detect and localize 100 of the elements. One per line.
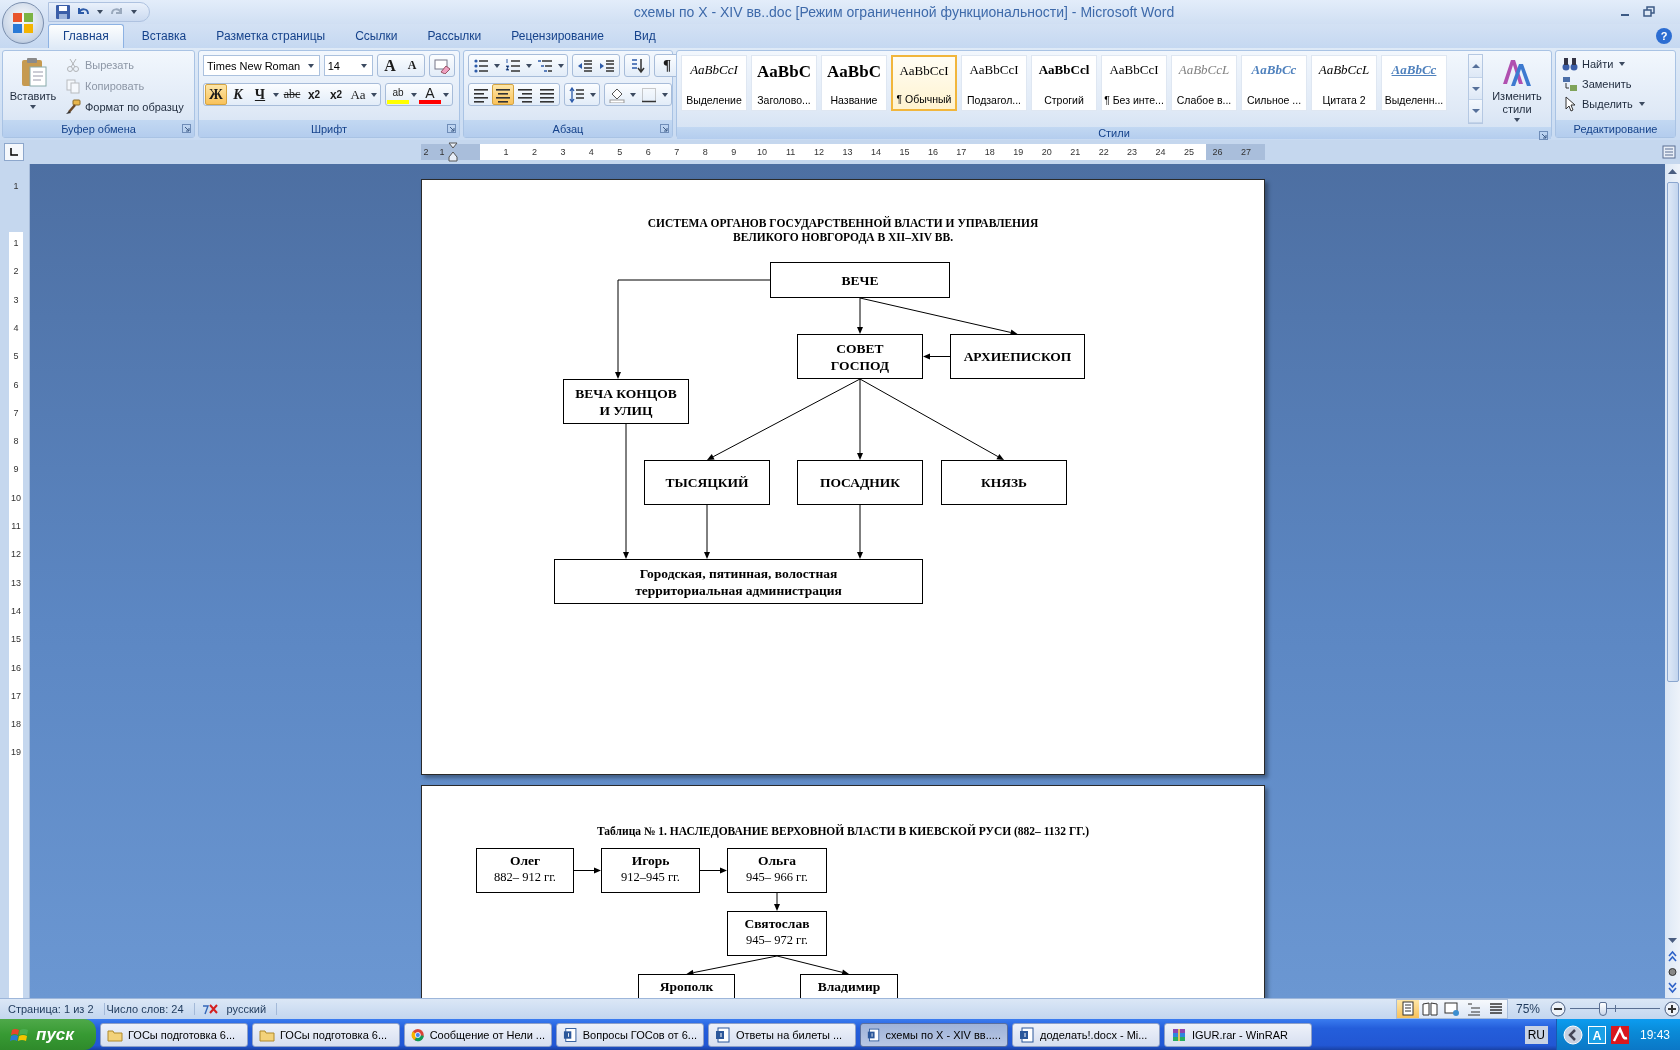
taskbar-button[interactable]: ГОСы подготовка 6... <box>100 1022 248 1047</box>
grow-font-button[interactable]: A <box>379 55 401 76</box>
style-item[interactable]: AaBbCc Сильное ... <box>1241 55 1307 111</box>
help-button[interactable]: ? <box>1656 28 1672 44</box>
taskbar-button[interactable]: ГОСы подготовка 6... <box>252 1022 400 1047</box>
ribbon-tab[interactable]: Главная <box>48 24 124 48</box>
ribbon-tab[interactable]: Разметка страницы <box>204 24 338 48</box>
caret-icon[interactable] <box>1514 118 1520 122</box>
down-arrow-icon[interactable] <box>1666 936 1679 946</box>
style-item[interactable]: AaBbCcI ¶ Без инте... <box>1101 55 1167 111</box>
document-icon <box>1019 1026 1035 1043</box>
caret-icon[interactable] <box>361 63 367 68</box>
clock[interactable]: 19:43 <box>1639 1027 1670 1042</box>
save-icon[interactable] <box>55 4 71 20</box>
browse-object-icon[interactable] <box>1666 966 1679 978</box>
caret-icon[interactable] <box>494 63 500 68</box>
taskbar-button[interactable]: доделать!.docx - Mi... <box>1012 1022 1160 1047</box>
font-size-field[interactable]: 14 <box>323 55 373 76</box>
caret-icon[interactable] <box>371 92 377 97</box>
scroll-thumb[interactable] <box>1666 182 1679 682</box>
dialog-launcher-icon[interactable] <box>1539 131 1548 140</box>
tab-stop-button[interactable] <box>4 143 24 161</box>
gallery-more-button[interactable] <box>1469 100 1482 123</box>
underline-button[interactable]: Ч <box>249 84 271 105</box>
view-print-button[interactable] <box>1396 1000 1419 1018</box>
highlight-button[interactable]: ab <box>387 85 409 104</box>
spelling-check-icon[interactable] <box>200 1002 219 1016</box>
zoom-in-icon[interactable] <box>1664 1001 1680 1017</box>
style-item[interactable]: AaBbC Заголово... <box>751 55 817 111</box>
caret-icon[interactable] <box>273 92 279 97</box>
replace-button[interactable]: Заменить <box>1560 74 1671 94</box>
word-count[interactable]: Число слов: 24 <box>104 1003 195 1015</box>
find-button[interactable]: Найти <box>1560 54 1671 74</box>
caret-icon[interactable] <box>1638 102 1645 106</box>
caret-icon[interactable] <box>558 63 564 68</box>
format-painter-button[interactable]: Формат по образцу <box>63 96 186 117</box>
dialog-launcher-icon[interactable] <box>660 124 669 133</box>
chevron-icon[interactable] <box>1562 1024 1583 1045</box>
taskbar-button[interactable]: схемы по X - XIV вв..... <box>860 1022 1008 1047</box>
style-item[interactable]: AaBbCc Выделенн... <box>1381 55 1447 111</box>
align-center-button[interactable] <box>492 84 514 105</box>
previous-page-icon[interactable] <box>1666 950 1679 962</box>
office-button[interactable] <box>2 2 44 44</box>
indent-marker-icon[interactable] <box>448 142 458 162</box>
shrink-font-button[interactable]: A <box>401 55 423 76</box>
dialog-launcher-icon[interactable] <box>182 124 191 133</box>
paste-button[interactable]: Вставить <box>7 54 59 117</box>
show-marks-button[interactable]: ¶ <box>656 55 678 76</box>
dialog-launcher-icon[interactable] <box>447 124 456 133</box>
ribbon-tab[interactable]: Вставка <box>129 24 199 48</box>
caret-icon[interactable] <box>97 10 103 14</box>
caret-icon[interactable] <box>590 92 596 97</box>
font-color-button[interactable]: A <box>419 85 441 104</box>
ribbon-tab[interactable]: Вид <box>621 24 668 48</box>
caret-icon[interactable] <box>526 63 532 68</box>
style-item[interactable]: AaBbCcL Слабое в... <box>1171 55 1237 111</box>
caret-icon[interactable] <box>30 105 36 109</box>
ribbon-tab[interactable]: Ссылки <box>343 24 410 48</box>
zoom-slider[interactable] <box>1570 1001 1660 1017</box>
taskbar-button[interactable]: Ответы на билеты ... <box>708 1022 856 1047</box>
ribbon-tab[interactable]: Рецензирование <box>499 24 616 48</box>
zoom-out-icon[interactable] <box>1550 1001 1566 1017</box>
gallery-down-button[interactable] <box>1469 77 1482 101</box>
italic-button[interactable]: К <box>227 84 249 105</box>
zoom-level[interactable]: 75% <box>1515 1002 1540 1016</box>
taskbar-button[interactable]: Сообщение от Нели ... <box>404 1022 552 1047</box>
caret-icon[interactable] <box>307 63 314 68</box>
caret-icon[interactable] <box>411 92 417 97</box>
change-styles-button[interactable]: Изменить стили <box>1487 54 1547 124</box>
restore-icon[interactable] <box>1642 5 1656 19</box>
up-arrow-icon[interactable] <box>1666 166 1679 176</box>
font-name-field[interactable]: Times New Roman <box>203 55 320 76</box>
caret-icon[interactable] <box>1619 62 1626 66</box>
bold-button[interactable]: Ж <box>205 84 227 105</box>
ruler-number: 11 <box>784 146 797 158</box>
style-item[interactable]: AaBbC Название <box>821 55 887 111</box>
ruler-number: 15 <box>898 146 911 158</box>
change-case-button[interactable]: Aa <box>347 84 369 105</box>
language-indicator[interactable]: RU <box>1524 1025 1548 1044</box>
strikethrough-button[interactable]: abc <box>281 84 303 105</box>
style-item[interactable]: AaBbCcI ¶ Обычный <box>891 55 957 111</box>
next-page-icon[interactable] <box>1666 982 1679 994</box>
language-indicator[interactable]: русский <box>224 1003 278 1015</box>
style-name: Цитата 2 <box>1322 94 1366 106</box>
caret-icon[interactable] <box>443 92 449 97</box>
ribbon-tab[interactable]: Рассылки <box>415 24 494 48</box>
antivirus-icon[interactable] <box>1610 1025 1629 1044</box>
caret-icon[interactable] <box>662 92 668 97</box>
caret-icon[interactable] <box>630 92 636 97</box>
select-button[interactable]: Выделить <box>1560 94 1671 114</box>
style-item[interactable]: AaBbCcl Строгий <box>1031 55 1097 111</box>
style-item[interactable]: AaBbCcI Подзагол... <box>961 55 1027 111</box>
caret-icon[interactable] <box>131 10 137 14</box>
start-button[interactable]: пуск <box>0 1019 96 1050</box>
taskbar-button[interactable]: IGUR.rar - WinRAR <box>1164 1022 1312 1047</box>
taskbar-button[interactable]: Вопросы ГОСов от 6... <box>556 1022 704 1047</box>
slider-thumb[interactable] <box>1599 1002 1608 1016</box>
page-count[interactable]: Страница: 1 из 2 <box>6 1003 105 1015</box>
style-item[interactable]: AaBbCcI Выделение <box>681 55 747 111</box>
style-item[interactable]: AaBbCcL Цитата 2 <box>1311 55 1377 111</box>
